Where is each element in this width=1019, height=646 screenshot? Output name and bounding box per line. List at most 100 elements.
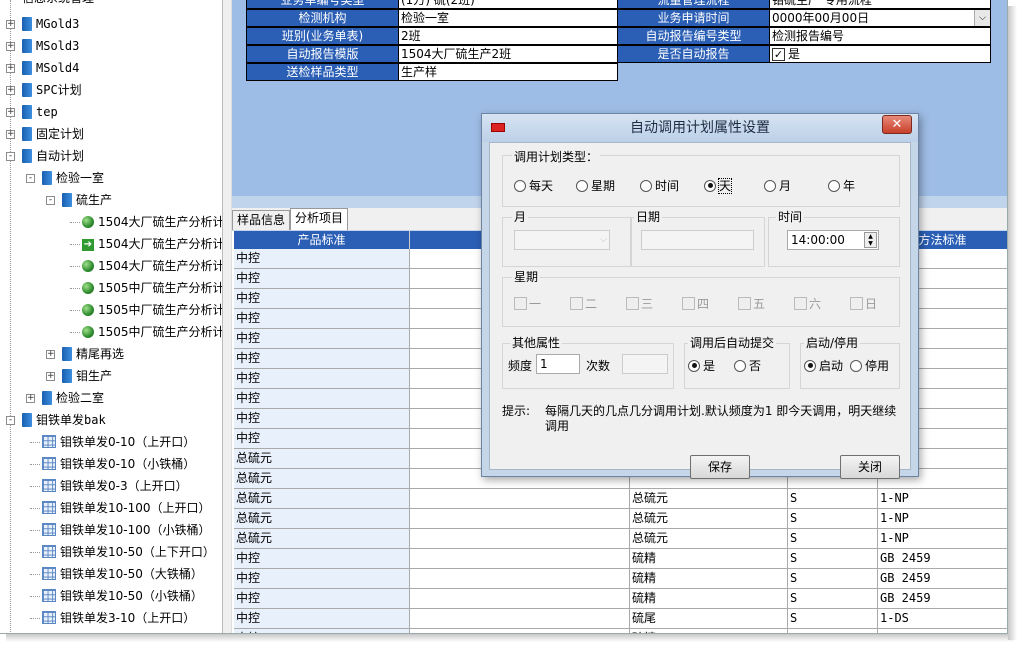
expand-icon[interactable]: + [46, 350, 55, 359]
table-cell[interactable]: S [788, 529, 878, 549]
splitter[interactable] [222, 0, 232, 633]
tree-item[interactable]: 1505中厂硫生产分析计划 [82, 277, 222, 299]
expand-icon[interactable]: + [6, 20, 15, 29]
table-cell[interactable]: 硫精 [630, 589, 788, 609]
table-cell[interactable]: 硫精 [630, 549, 788, 569]
form-value-shift[interactable]: 2班 [398, 27, 618, 45]
table-cell[interactable]: 总硫元 [234, 529, 410, 549]
enable-off-radio[interactable]: 停用 [850, 359, 889, 373]
expand-icon[interactable]: + [6, 108, 15, 117]
table-cell[interactable]: 中控 [234, 429, 410, 449]
tree-item[interactable]: 固定计划 [22, 123, 84, 145]
tab-sample-info[interactable]: 样品信息 [232, 210, 291, 230]
tree-item[interactable]: 自动计划 [22, 145, 84, 167]
form-value-auto-report[interactable]: ✓ 是 [769, 45, 991, 63]
table-cell[interactable]: 1-NP [878, 489, 1007, 509]
table-cell[interactable]: GB 2459 [878, 569, 1007, 589]
tree-item[interactable]: 钼生产 [62, 365, 112, 387]
tree-item[interactable]: 检验二室 [42, 387, 104, 409]
table-cell[interactable]: 中控 [234, 409, 410, 429]
table-cell[interactable]: 1-NP [878, 529, 1007, 549]
table-cell[interactable]: S [788, 549, 878, 569]
table-cell[interactable]: S [788, 589, 878, 609]
tree-item[interactable]: ➔ 1504大厂硫生产分析计划 [82, 233, 222, 255]
table-cell[interactable] [410, 589, 630, 609]
table-cell[interactable]: 总硫元 [630, 489, 788, 509]
table-cell[interactable] [410, 609, 630, 629]
table-row[interactable]: 中控 硫精SGB 2459 [232, 549, 1007, 569]
table-cell[interactable]: 中控 [234, 249, 410, 269]
tree-item[interactable]: SPC计划 [22, 79, 82, 101]
collapse-icon[interactable]: - [46, 196, 55, 205]
table-cell[interactable] [410, 569, 630, 589]
table-cell[interactable]: GB 2459 [878, 549, 1007, 569]
table-cell[interactable] [410, 509, 630, 529]
expand-icon[interactable]: + [26, 394, 35, 403]
form-value-sample-type[interactable]: 生产样 [398, 63, 618, 81]
form-value-report-template[interactable]: 1504大厂硫生产2班 [398, 45, 618, 63]
table-cell[interactable]: 中控 [234, 309, 410, 329]
table-cell[interactable]: S [788, 489, 878, 509]
table-cell[interactable]: 总硫元 [234, 469, 410, 489]
tab-analysis-items[interactable]: 分析项目 [290, 208, 349, 230]
tree-item[interactable]: 钼铁单发10-50（小铁桶） [42, 585, 203, 607]
table-cell[interactable]: S [788, 509, 878, 529]
plan-type-radio[interactable]: 年 [828, 179, 855, 193]
close-button[interactable]: 关闭 [840, 455, 900, 479]
table-cell[interactable]: 中控 [234, 349, 410, 369]
collapse-icon[interactable]: - [6, 152, 15, 161]
enable-on-radio[interactable]: 启动 [804, 359, 843, 373]
table-cell[interactable]: S [788, 609, 878, 629]
table-cell[interactable]: 1-NP [878, 509, 1007, 529]
tree-item[interactable]: MGold3 [22, 13, 79, 35]
tree-item[interactable]: tep [22, 101, 58, 123]
table-cell[interactable]: 总硫元 [630, 529, 788, 549]
form-value-apply-time[interactable]: 0000年00月00日 ⌵ [769, 9, 991, 27]
table-cell[interactable]: 中控 [234, 549, 410, 569]
tree-item[interactable]: 钼铁单发10-100（上开口） [42, 497, 211, 519]
save-button[interactable]: 保存 [690, 455, 750, 479]
tree-item[interactable]: 1505中厂硫生产分析计划 [82, 321, 222, 343]
table-cell[interactable] [410, 489, 630, 509]
table-row[interactable]: 总硫元 总硫元 S 1-NP [232, 489, 1007, 509]
table-cell[interactable]: 中控 [234, 609, 410, 629]
tree-item[interactable]: 检验一室 [42, 167, 104, 189]
form-value-report-number-type[interactable]: 检测报告编号 [769, 27, 991, 45]
table-cell[interactable]: 中控 [234, 269, 410, 289]
table-cell[interactable]: 中控 [234, 389, 410, 409]
tree-item-top-cut[interactable]: 信息系统管理 [22, 0, 94, 9]
table-row[interactable]: 中控 硫精SGB 2459 [232, 569, 1007, 589]
table-cell[interactable]: GB 2459 [878, 589, 1007, 609]
table-row[interactable]: 中控 硫尾 S 1-DS [232, 609, 1007, 629]
table-row[interactable]: 总硫元 总硫元 S 1-NP [232, 509, 1007, 529]
table-cell[interactable]: 中控 [234, 329, 410, 349]
form-value-flow[interactable]: 钼硫生产 专用流程 [769, 0, 991, 9]
table-cell[interactable]: 1-DS [878, 609, 1007, 629]
tree-item[interactable]: 钼铁单发0-10（上开口） [42, 431, 195, 453]
table-cell[interactable]: S [788, 569, 878, 589]
table-cell[interactable] [410, 549, 630, 569]
table-cell[interactable]: 总硫元 [630, 509, 788, 529]
table-cell[interactable]: 总硫元 [234, 509, 410, 529]
dialog-title-bar[interactable]: 自动调用计划属性设置 ✕ [482, 114, 918, 142]
tree-item[interactable]: 1504大厂硫生产分析计划 [82, 255, 222, 277]
auto-submit-yes-radio[interactable]: 是 [688, 359, 715, 373]
table-cell[interactable]: 总硫元 [234, 449, 410, 469]
collapse-icon[interactable]: - [26, 174, 35, 183]
table-cell[interactable] [410, 529, 630, 549]
tree-item[interactable]: 精尾再选 [62, 343, 124, 365]
plan-type-radio[interactable]: 星期 [576, 179, 615, 193]
expand-icon[interactable]: + [6, 42, 15, 51]
tree-item[interactable]: 钼铁单发10-50（上下开口） [42, 541, 215, 563]
tree-item[interactable]: 钼铁单发bak [22, 409, 106, 431]
time-spinner[interactable]: ▲ ▼ [864, 232, 877, 248]
close-icon[interactable]: ✕ [882, 115, 912, 134]
tree-item[interactable]: 硫生产 [62, 189, 112, 211]
table-cell[interactable]: 硫精 [630, 569, 788, 589]
table-cell[interactable]: 中控 [234, 369, 410, 389]
grid-header-product-standard[interactable]: 产品标准 [234, 231, 410, 249]
collapse-icon[interactable]: - [6, 416, 15, 425]
table-row[interactable]: 总硫元 总硫元 S 1-NP [232, 529, 1007, 549]
auto-submit-no-radio[interactable]: 否 [734, 359, 761, 373]
table-cell[interactable]: 硫尾 [630, 609, 788, 629]
